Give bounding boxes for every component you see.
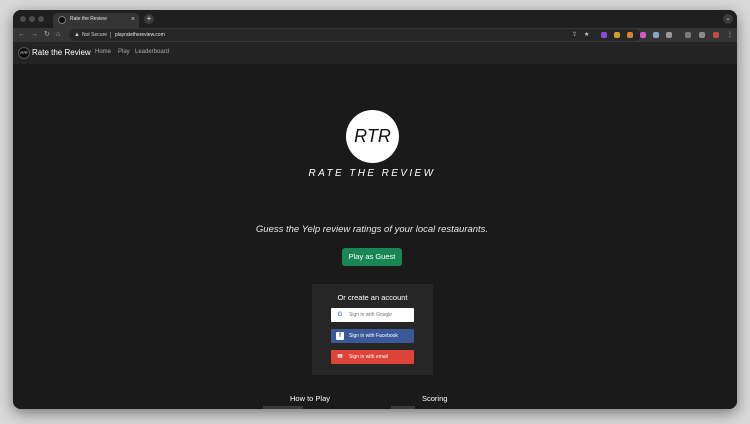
url-text[interactable]: playratethereview.com: [115, 32, 165, 38]
play-as-guest-button[interactable]: Play as Guest: [342, 248, 402, 266]
tab-search-chevron-icon[interactable]: ⌄: [723, 14, 733, 24]
tab-strip: Rate the Review × + ⌄: [13, 10, 737, 28]
minimize-window-button[interactable]: [29, 16, 35, 22]
sign-in-facebook-label: Sign in with Facebook: [349, 333, 398, 339]
nav-link-play[interactable]: Play: [118, 49, 130, 55]
download-icon[interactable]: [685, 32, 691, 38]
address-bar[interactable]: ▲ Not Secure playratethereview.com ⇪ ★: [69, 29, 641, 41]
navbar-brand[interactable]: Rate the Review: [32, 48, 91, 57]
browser-menu-icon[interactable]: ⋮: [727, 31, 733, 39]
bookmark-star-icon[interactable]: ★: [584, 31, 589, 39]
account-panel: Or create an account G Sign in with Goog…: [312, 284, 433, 375]
browser-tab[interactable]: Rate the Review ×: [53, 13, 139, 28]
close-window-button[interactable]: [20, 16, 26, 22]
browser-toolbar: ← → ↻ ⌂ ▲ Not Secure playratethereview.c…: [13, 28, 737, 42]
extension-icon[interactable]: [653, 32, 659, 38]
page-content: RTR RATE THE REVIEW Guess the Yelp revie…: [13, 64, 737, 409]
security-status[interactable]: Not Secure: [82, 32, 107, 38]
forward-arrow-icon[interactable]: →: [31, 30, 38, 40]
back-arrow-icon[interactable]: ←: [18, 30, 25, 40]
zoom-window-button[interactable]: [38, 16, 44, 22]
share-icon[interactable]: ⇪: [572, 31, 577, 39]
scoring-heading: Scoring: [422, 394, 448, 403]
nav-link-leaderboard[interactable]: Leaderboard: [135, 49, 169, 55]
clipped-text-line: [263, 406, 303, 409]
hero-tagline: Guess the Yelp review ratings of your lo…: [255, 224, 489, 235]
extension-icon[interactable]: [601, 32, 607, 38]
extension-icon[interactable]: [614, 32, 620, 38]
sign-in-email-label: Sign in with email: [349, 354, 388, 360]
account-panel-title: Or create an account: [337, 293, 408, 302]
profile-avatar[interactable]: [713, 32, 719, 38]
site-favicon-icon: [58, 16, 66, 24]
address-separator: [110, 32, 111, 38]
sign-in-facebook-button[interactable]: f Sign in with Facebook: [331, 329, 414, 343]
sign-in-google-label: Sign in with Google: [349, 312, 393, 318]
sign-in-email-button[interactable]: ✉ Sign in with email: [331, 350, 414, 364]
browser-window: Rate the Review × + ⌄ ← → ↻ ⌂ ▲ Not Secu…: [13, 10, 737, 409]
tab-title: Rate the Review: [70, 16, 107, 22]
google-g-icon: G: [337, 312, 343, 318]
extensions-puzzle-icon[interactable]: [666, 32, 672, 38]
clipped-text-line: [391, 406, 415, 409]
navbar-logo[interactable]: RTR: [18, 47, 30, 59]
new-tab-button[interactable]: +: [144, 14, 154, 24]
home-icon[interactable]: ⌂: [56, 30, 60, 40]
how-to-play-heading: How to Play: [290, 394, 331, 403]
extension-icon[interactable]: [640, 32, 646, 38]
sign-in-google-button[interactable]: G Sign in with Google: [331, 308, 414, 322]
hero-logo: RTR: [346, 110, 399, 163]
extension-icon[interactable]: [627, 32, 633, 38]
reload-icon[interactable]: ↻: [44, 30, 50, 40]
warning-triangle-icon: ▲: [74, 32, 80, 38]
envelope-icon: ✉: [337, 354, 343, 360]
hero-wordmark: RATE THE REVIEW: [308, 168, 436, 179]
sidebar-icon[interactable]: [699, 32, 705, 38]
site-navbar: RTR Rate the Review Home Play Leaderboar…: [13, 42, 737, 64]
facebook-f-icon: f: [336, 332, 344, 340]
nav-link-home[interactable]: Home: [95, 49, 111, 55]
tab-close-icon[interactable]: ×: [131, 15, 135, 24]
